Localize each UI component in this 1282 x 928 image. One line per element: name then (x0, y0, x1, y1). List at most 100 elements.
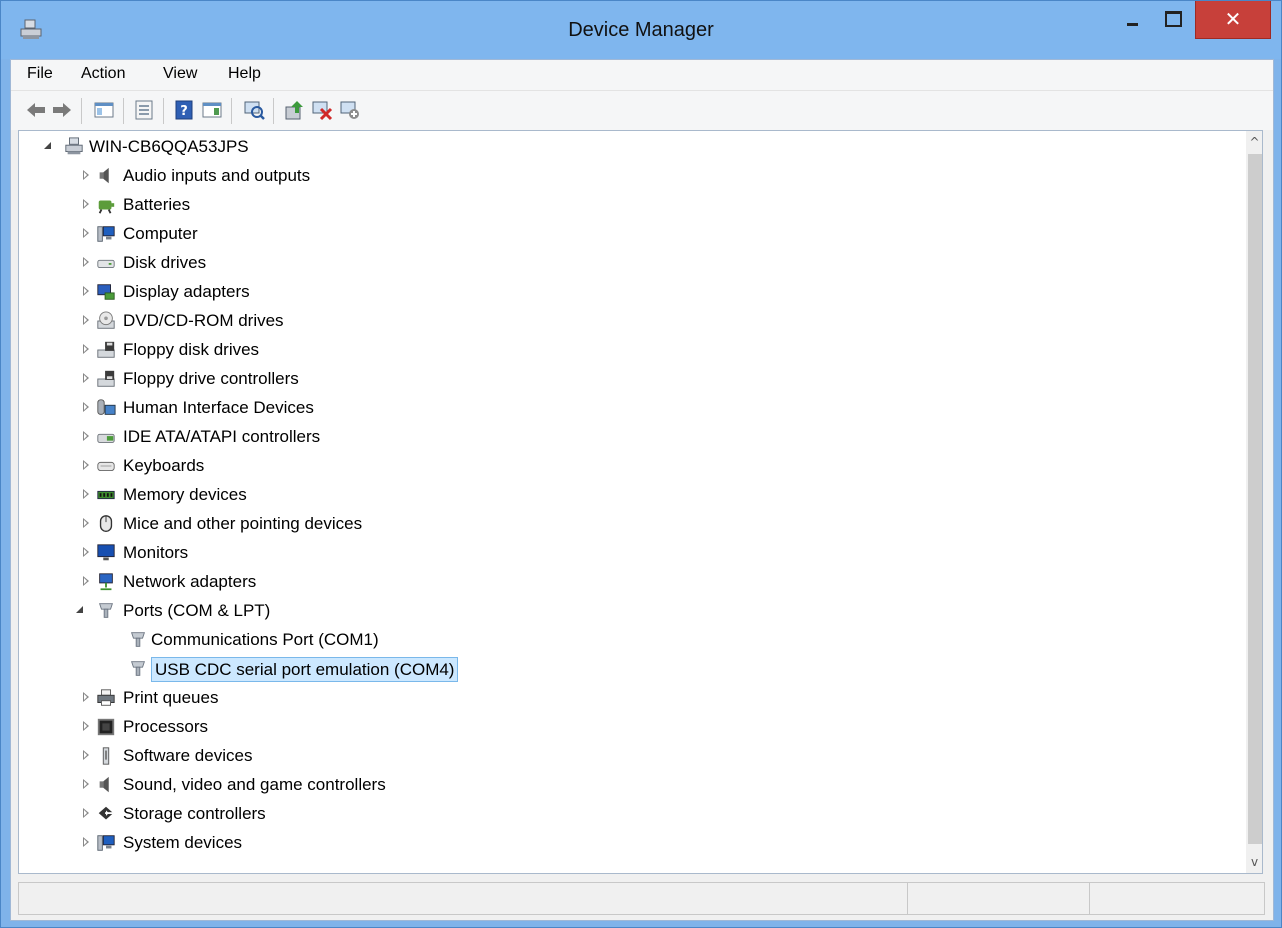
show-hide-console-tree-icon[interactable] (93, 99, 115, 121)
tree-category[interactable]: Software devices (19, 744, 1239, 770)
tree-category[interactable]: Disk drives (19, 251, 1239, 277)
tree-root-node[interactable]: WIN-CB6QQA53JPS (19, 135, 1239, 161)
update-driver-icon[interactable] (283, 99, 305, 121)
forward-icon[interactable] (51, 99, 73, 121)
tree-category-label: Mice and other pointing devices (123, 514, 363, 533)
properties-icon[interactable] (133, 99, 155, 121)
expand-arrow-icon[interactable] (75, 343, 89, 355)
tree-device-selected[interactable]: USB CDC serial port emulation (COM4) (19, 657, 1239, 683)
expand-arrow-icon[interactable] (75, 227, 89, 239)
tree-category[interactable]: Audio inputs and outputs (19, 164, 1239, 190)
expand-arrow-icon[interactable] (75, 285, 89, 297)
tree-category[interactable]: Mice and other pointing devices (19, 512, 1239, 538)
keyboard-icon (97, 461, 115, 471)
mouse-icon (99, 515, 113, 532)
computer-icon (97, 226, 115, 242)
title-bar[interactable]: Device Manager ✕ (1, 1, 1281, 59)
tree-category-label: Ports (COM & LPT) (123, 601, 271, 620)
tree-category[interactable]: Floppy disk drives (19, 338, 1239, 364)
storage-icon (98, 806, 114, 820)
menu-help[interactable]: Help (228, 65, 261, 83)
toolbar: ? (11, 90, 1273, 130)
expand-arrow-icon[interactable] (75, 720, 89, 732)
expand-arrow-icon[interactable] (75, 401, 89, 413)
tree-category[interactable]: Keyboards (19, 454, 1239, 480)
disable-device-icon[interactable] (339, 99, 361, 121)
display-adapter-icon (97, 284, 115, 300)
device-manager-window: Device Manager ✕ File Action View Help ?… (0, 0, 1282, 928)
tree-category[interactable]: Memory devices (19, 483, 1239, 509)
tree-category-label: Computer (123, 224, 198, 243)
menu-help-label: Help (228, 65, 261, 82)
tree-category[interactable]: Processors (19, 715, 1239, 741)
tree-device-selected-label: USB CDC serial port emulation (COM4) (151, 657, 459, 682)
expand-arrow-icon[interactable] (75, 807, 89, 819)
hid-icon (97, 399, 116, 415)
port-icon (131, 661, 145, 676)
memory-icon (97, 490, 115, 500)
vertical-scrollbar[interactable]: ^ v (1246, 131, 1262, 873)
uninstall-device-icon[interactable] (311, 99, 333, 121)
tree-category[interactable]: Floppy drive controllers (19, 367, 1239, 393)
tree-category[interactable]: Print queues (19, 686, 1239, 712)
menu-view[interactable]: View (163, 65, 197, 83)
network-icon (99, 573, 113, 591)
tree-device-label: Communications Port (COM1) (151, 630, 379, 649)
sound-icon (99, 776, 109, 793)
expand-arrow-icon[interactable] (75, 256, 89, 268)
expand-arrow-icon[interactable] (75, 488, 89, 500)
tree-category-label: Processors (123, 717, 209, 736)
menu-file[interactable]: File (27, 65, 53, 83)
software-device-icon (102, 747, 110, 765)
tree-device[interactable]: Communications Port (COM1) (19, 628, 1239, 654)
tree-category[interactable]: Computer (19, 222, 1239, 248)
tree-category[interactable]: Display adapters (19, 280, 1239, 306)
scrollbar-thumb[interactable] (1248, 154, 1262, 844)
tree-category-label: DVD/CD-ROM drives (123, 311, 284, 330)
tree-category[interactable]: Monitors (19, 541, 1239, 567)
expand-arrow-icon[interactable] (75, 372, 89, 384)
expand-arrow-icon[interactable] (75, 575, 89, 587)
collapse-arrow-icon[interactable] (43, 140, 55, 152)
tree-category[interactable]: System devices (19, 831, 1239, 857)
tree-category-label: Network adapters (123, 572, 257, 591)
minimize-button[interactable] (1115, 1, 1149, 37)
tree-category[interactable]: Batteries (19, 193, 1239, 219)
show-action-pane-icon[interactable] (201, 99, 223, 121)
menu-action[interactable]: Action (81, 65, 125, 83)
close-button[interactable]: ✕ (1195, 1, 1271, 39)
expand-arrow-icon[interactable] (75, 198, 89, 210)
tree-category[interactable]: Ports (COM & LPT) (19, 599, 1239, 625)
tree-root-node-label: WIN-CB6QQA53JPS (89, 137, 249, 156)
expand-arrow-icon[interactable] (75, 459, 89, 471)
tree-category[interactable]: Storage controllers (19, 802, 1239, 828)
expand-arrow-icon[interactable] (75, 169, 89, 181)
expand-arrow-icon[interactable] (75, 517, 89, 529)
tree-category[interactable]: Network adapters (19, 570, 1239, 596)
menu-file-label: File (27, 65, 53, 82)
scroll-down-icon[interactable]: v (1246, 853, 1262, 871)
tree-category-label: Print queues (123, 688, 219, 707)
expand-arrow-icon[interactable] (75, 430, 89, 442)
ide-controller-icon (97, 433, 115, 443)
expand-arrow-icon[interactable] (75, 836, 89, 848)
scan-hardware-changes-icon[interactable] (243, 99, 265, 121)
maximize-button[interactable] (1153, 1, 1191, 37)
tree-category-label: Batteries (123, 195, 191, 214)
processor-icon (97, 718, 115, 736)
tree-category[interactable]: Human Interface Devices (19, 396, 1239, 422)
back-icon[interactable] (25, 99, 47, 121)
tree-category[interactable]: DVD/CD-ROM drives (19, 309, 1239, 335)
help-icon[interactable]: ? (173, 99, 195, 121)
expand-arrow-icon[interactable] (75, 314, 89, 326)
expand-arrow-icon[interactable] (75, 546, 89, 558)
expand-arrow-icon[interactable] (75, 749, 89, 761)
collapse-arrow-icon[interactable] (75, 604, 87, 616)
scroll-up-icon[interactable]: ^ (1246, 133, 1262, 151)
expand-arrow-icon[interactable] (75, 778, 89, 790)
tree-category[interactable]: IDE ATA/ATAPI controllers (19, 425, 1239, 451)
tree-category[interactable]: Sound, video and game controllers (19, 773, 1239, 799)
tree-category-label: Audio inputs and outputs (123, 166, 311, 185)
device-tree[interactable]: WIN-CB6QQA53JPS Audio inputs and outputs B… (18, 130, 1263, 874)
expand-arrow-icon[interactable] (75, 691, 89, 703)
